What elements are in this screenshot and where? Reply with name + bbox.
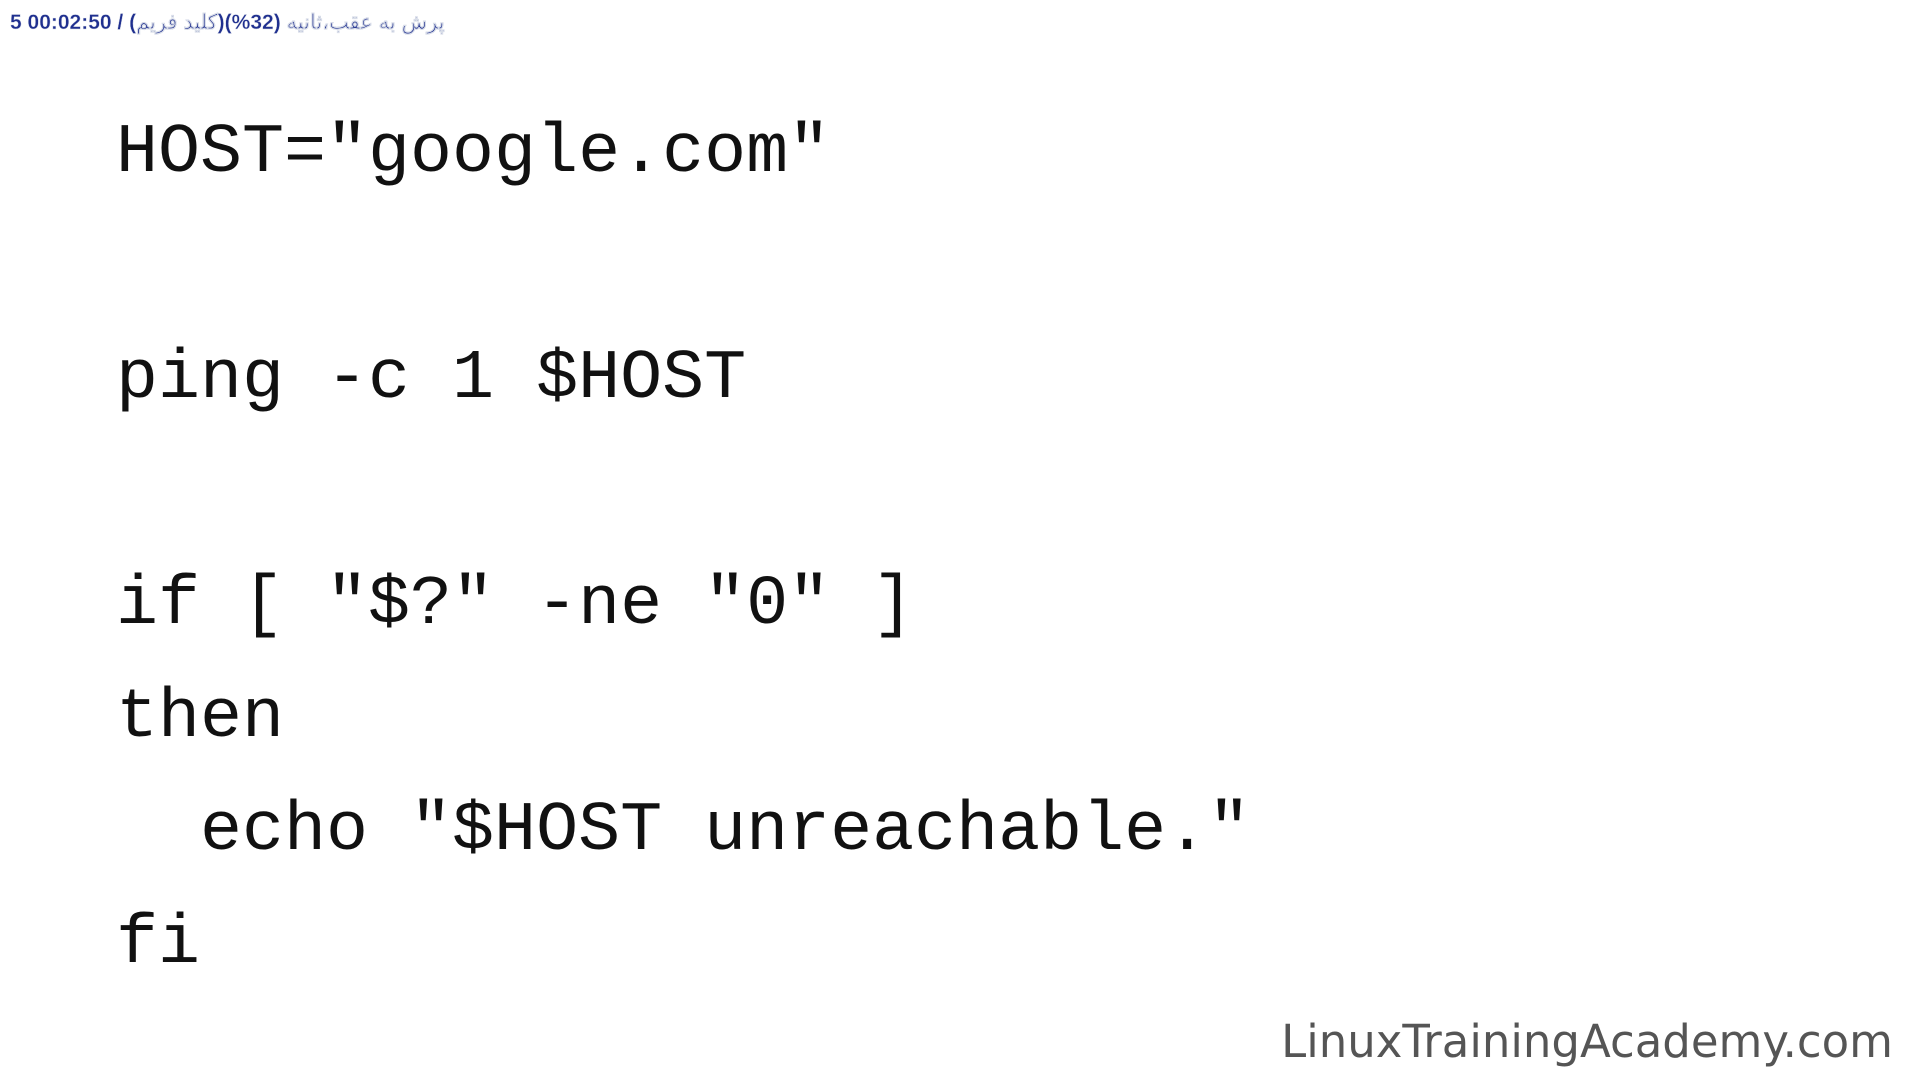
code-line-fi: fi <box>116 905 201 984</box>
code-line-if: if [ "$?" -ne "0" ] <box>116 566 915 645</box>
video-frame: 5 00:02:50 / (کلید فریم)پرش به عقب،ثانیه… <box>0 0 1920 1080</box>
code-line-then: then <box>116 679 285 758</box>
code-block: HOST="google.com" ping -c 1 $HOST if [ "… <box>116 0 1250 984</box>
code-line-host-assignment: HOST="google.com" <box>116 114 831 193</box>
code-line-ping: ping -c 1 $HOST <box>116 340 747 419</box>
site-watermark: LinuxTrainingAcademy.com <box>1281 1015 1893 1068</box>
code-line-echo: echo "$HOST unreachable." <box>116 792 1251 871</box>
